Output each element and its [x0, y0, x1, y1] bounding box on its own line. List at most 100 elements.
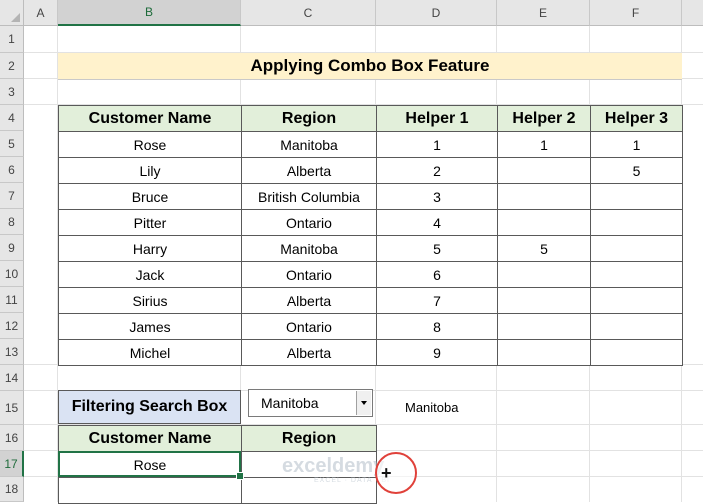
table-row: Lily Alberta 2 5	[58, 157, 683, 184]
combo-box-value: Manitoba	[261, 395, 319, 411]
row-header-18[interactable]: 18	[0, 477, 24, 502]
row-header-4[interactable]: 4	[0, 105, 24, 131]
cell[interactable]: Lily	[58, 157, 242, 184]
row-header-17[interactable]: 17	[0, 451, 24, 477]
cell[interactable]: Pitter	[58, 209, 242, 236]
column-header-e[interactable]: E	[497, 0, 590, 26]
table-row: Jack Ontario 6	[58, 261, 683, 288]
row-header-14[interactable]: 14	[0, 365, 24, 391]
row-header-5[interactable]: 5	[0, 131, 24, 157]
cell[interactable]	[590, 209, 683, 236]
column-header-c[interactable]: C	[241, 0, 376, 26]
header-region[interactable]: Region	[241, 105, 377, 132]
combo-dropdown-button[interactable]	[356, 391, 371, 415]
table-header-row: Customer Name Region	[58, 425, 377, 452]
row-header-1[interactable]: 1	[0, 26, 24, 53]
select-all-corner[interactable]	[0, 0, 24, 26]
column-header-b[interactable]: B	[58, 0, 241, 26]
cell[interactable]	[497, 313, 591, 340]
cell[interactable]	[590, 261, 683, 288]
cell[interactable]: 7	[376, 287, 498, 314]
watermark-logo: exceldemy	[282, 455, 385, 477]
cell[interactable]: Alberta	[241, 339, 377, 366]
cell[interactable]: 5	[376, 235, 498, 262]
cell[interactable]: British Columbia	[241, 183, 377, 210]
table-row: Pitter Ontario 4	[58, 209, 683, 236]
cell[interactable]: Ontario	[241, 261, 377, 288]
cell[interactable]: Manitoba	[241, 235, 377, 262]
cell[interactable]	[497, 339, 591, 366]
row-header-7[interactable]: 7	[0, 183, 24, 209]
table-header-row: Customer Name Region Helper 1 Helper 2 H…	[58, 105, 683, 132]
header-customer-name[interactable]: Customer Name	[58, 425, 242, 452]
linked-cell-value[interactable]: Manitoba	[405, 400, 458, 415]
cell[interactable]: James	[58, 313, 242, 340]
cell[interactable]: Harry	[58, 235, 242, 262]
cell[interactable]: Rose	[58, 131, 242, 158]
cell[interactable]	[590, 339, 683, 366]
table-row: James Ontario 8	[58, 313, 683, 340]
row-header-15[interactable]: 15	[0, 391, 24, 425]
cell[interactable]	[590, 313, 683, 340]
crosshair-cursor-icon: +	[381, 463, 392, 483]
row-header-6[interactable]: 6	[0, 157, 24, 183]
cell[interactable]	[497, 287, 591, 314]
table-row: Michel Alberta 9	[58, 339, 683, 366]
column-header-a[interactable]: A	[24, 0, 58, 26]
cell[interactable]: 4	[376, 209, 498, 236]
cell[interactable]	[497, 209, 591, 236]
cell[interactable]: 2	[376, 157, 498, 184]
cell[interactable]	[497, 157, 591, 184]
row-header-3[interactable]: 3	[0, 79, 24, 105]
cell[interactable]: Bruce	[58, 183, 242, 210]
cell[interactable]: 8	[376, 313, 498, 340]
cell[interactable]: Ontario	[241, 313, 377, 340]
cell[interactable]	[497, 261, 591, 288]
cell[interactable]: Michel	[58, 339, 242, 366]
cell[interactable]: 5	[497, 235, 591, 262]
cell[interactable]	[590, 235, 683, 262]
filtering-search-box-label[interactable]: Filtering Search Box	[58, 390, 241, 424]
cell[interactable]: 1	[590, 131, 683, 158]
row-header-16[interactable]: 16	[0, 425, 24, 451]
table-row: Bruce British Columbia 3	[58, 183, 683, 210]
row-header-8[interactable]: 8	[0, 209, 24, 235]
header-region[interactable]: Region	[241, 425, 377, 452]
table-row: Harry Manitoba 5 5	[58, 235, 683, 262]
fill-handle[interactable]	[236, 472, 244, 480]
cell[interactable]: 5	[590, 157, 683, 184]
table-row: Sirius Alberta 7	[58, 287, 683, 314]
column-header-d[interactable]: D	[376, 0, 497, 26]
row-header-13[interactable]: 13	[0, 339, 24, 365]
cell[interactable]	[58, 477, 242, 504]
cell[interactable]: 1	[497, 131, 591, 158]
row-header-10[interactable]: 10	[0, 261, 24, 287]
cell[interactable]: 9	[376, 339, 498, 366]
header-helper-3[interactable]: Helper 3	[590, 105, 683, 132]
table-row: Rose Manitoba 1 1 1	[58, 131, 683, 158]
cell[interactable]	[497, 183, 591, 210]
cell[interactable]: Sirius	[58, 287, 242, 314]
cell[interactable]: 6	[376, 261, 498, 288]
region-combo-box[interactable]: Manitoba	[248, 389, 373, 417]
cell[interactable]	[590, 183, 683, 210]
header-customer-name[interactable]: Customer Name	[58, 105, 242, 132]
sheet-title[interactable]: Applying Combo Box Feature	[58, 53, 682, 80]
cell[interactable]: Alberta	[241, 287, 377, 314]
row-header-2[interactable]: 2	[0, 53, 24, 79]
cell[interactable]: Ontario	[241, 209, 377, 236]
cell[interactable]: Jack	[58, 261, 242, 288]
cell[interactable]: 3	[376, 183, 498, 210]
column-header-f[interactable]: F	[590, 0, 682, 26]
header-helper-1[interactable]: Helper 1	[376, 105, 498, 132]
row-header-9[interactable]: 9	[0, 235, 24, 261]
column-header-g[interactable]	[682, 0, 703, 26]
cell[interactable]: Alberta	[241, 157, 377, 184]
cell[interactable]: 1	[376, 131, 498, 158]
header-helper-2[interactable]: Helper 2	[497, 105, 591, 132]
cell[interactable]: Manitoba	[241, 131, 377, 158]
cell[interactable]	[590, 287, 683, 314]
row-header-12[interactable]: 12	[0, 313, 24, 339]
row-header-11[interactable]: 11	[0, 287, 24, 313]
customer-table: Customer Name Region Helper 1 Helper 2 H…	[58, 105, 683, 366]
